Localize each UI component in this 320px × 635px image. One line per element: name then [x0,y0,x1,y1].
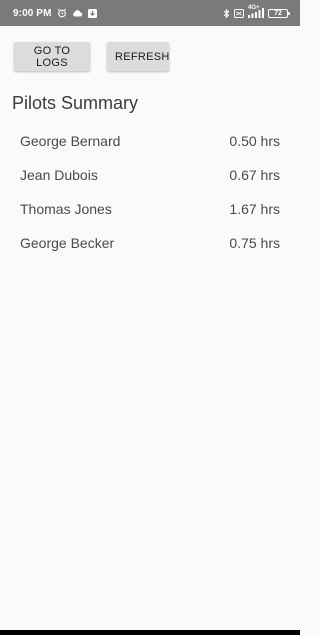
cloud-icon [72,9,83,17]
refresh-button[interactable]: REFRESH [107,42,169,71]
pilot-name: George Bernard [20,133,121,149]
signal-icon: 4G+ [248,5,264,18]
status-bar-left: 9:00 PM [13,8,97,19]
alarm-icon [57,8,67,18]
go-to-logs-button[interactable]: GO TO LOGS [14,42,90,71]
pilot-hours: 0.50 hrs [229,133,280,149]
status-bar: 9:00 PM 4G+ 72 [0,0,300,26]
pilot-name: George Becker [20,235,115,251]
status-time: 9:00 PM [13,7,52,19]
page-title: Pilots Summary [12,93,139,113]
pilot-hours: 0.67 hrs [229,167,280,183]
network-type-label: 4G+ [248,5,260,11]
pilot-list: George Bernard 0.50 hrs Jean Dubois 0.67… [0,124,300,260]
download-notification-icon [87,8,97,18]
navigation-bar [0,630,300,635]
battery-icon: 72 [268,8,290,18]
bluetooth-icon [223,8,230,19]
list-item[interactable]: George Bernard 0.50 hrs [0,124,300,158]
pilot-name: Thomas Jones [20,201,112,217]
list-item[interactable]: Thomas Jones 1.67 hrs [0,192,300,226]
battery-level: 72 [274,9,282,17]
sim-icon [234,8,244,18]
pilot-hours: 1.67 hrs [229,201,280,217]
app-screen: 9:00 PM 4G+ 72 GO TO LOGS REFRESH Pilots… [0,0,300,635]
pilot-hours: 0.75 hrs [229,235,280,251]
toolbar: GO TO LOGS REFRESH [14,42,169,71]
list-item[interactable]: George Becker 0.75 hrs [0,226,300,260]
pilot-name: Jean Dubois [20,167,98,183]
list-item[interactable]: Jean Dubois 0.67 hrs [0,158,300,192]
status-bar-right: 4G+ 72 [223,5,290,19]
